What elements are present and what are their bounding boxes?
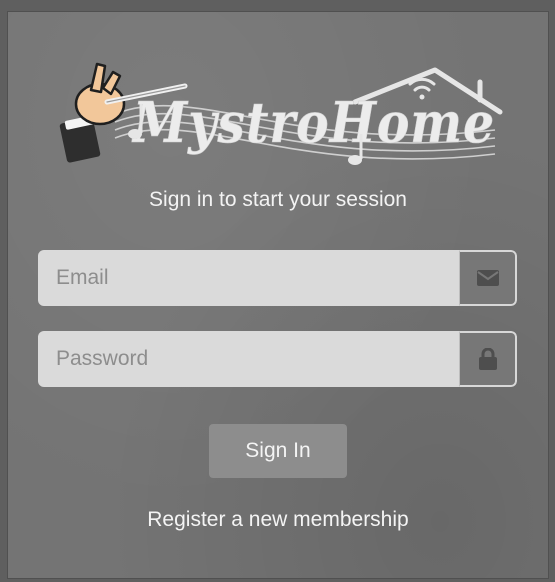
email-input[interactable] (38, 250, 459, 306)
login-box: MystroHome Sign in to start your session (8, 12, 548, 578)
sign-in-button[interactable]: Sign In (209, 424, 347, 478)
mystrohome-logo: MystroHome (59, 62, 503, 165)
email-field-group (38, 250, 517, 306)
password-input[interactable] (38, 331, 459, 387)
envelope-icon (459, 250, 517, 306)
password-field-group (38, 331, 517, 387)
lock-icon (459, 331, 517, 387)
login-tagline: Sign in to start your session (149, 188, 407, 211)
logo-text: MystroHome (131, 90, 495, 156)
register-link[interactable]: Register a new membership (8, 508, 548, 532)
